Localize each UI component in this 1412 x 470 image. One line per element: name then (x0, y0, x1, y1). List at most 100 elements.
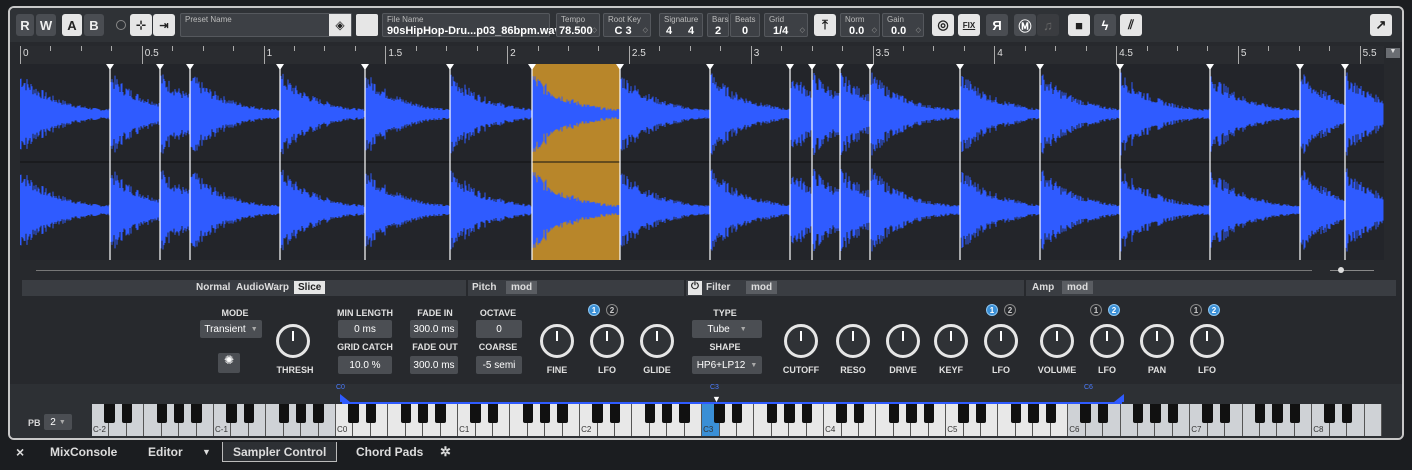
stripes-icon[interactable]: ⫽ (1120, 14, 1142, 36)
reso-knob[interactable] (836, 324, 870, 358)
beats-field[interactable]: Beats 0 (730, 13, 760, 37)
shape-select[interactable]: HP6+LP12 ▼ (692, 356, 762, 374)
monophonic-icon[interactable]: Ⓜ (1014, 14, 1036, 36)
black-key[interactable] (766, 404, 778, 423)
glide-knob[interactable] (640, 324, 674, 358)
black-key[interactable] (923, 404, 934, 423)
black-key[interactable] (853, 404, 865, 423)
lfo-1-badge[interactable]: 1 (1090, 304, 1102, 316)
tab-chord-pads[interactable]: Chord Pads (356, 442, 423, 462)
warp-tool-icon[interactable]: ⊹ (130, 14, 152, 36)
lfo-1-badge[interactable]: 1 (1190, 304, 1202, 316)
black-key[interactable] (975, 404, 987, 423)
target-icon[interactable]: ◎ (932, 14, 954, 36)
black-key[interactable] (714, 404, 725, 423)
fine-knob[interactable] (540, 324, 574, 358)
coarse-field[interactable]: -5 semi (476, 356, 522, 374)
range-end-handle[interactable] (1114, 394, 1124, 402)
black-key[interactable] (836, 404, 847, 423)
cutoff-knob[interactable] (784, 324, 818, 358)
a-button[interactable]: A (62, 14, 82, 36)
slice-mode-tab[interactable]: Slice (294, 281, 326, 294)
root-key-field[interactable]: Root Key C 3 ◇ (603, 13, 651, 37)
slice-handle[interactable] (1116, 64, 1124, 70)
write-button[interactable]: W (36, 14, 56, 36)
black-key[interactable] (173, 404, 185, 423)
filter-mod-button[interactable]: mod (746, 281, 778, 294)
black-key[interactable] (1272, 404, 1283, 423)
black-key[interactable] (156, 404, 167, 423)
lfo-2-badge[interactable]: 2 (1208, 304, 1220, 316)
tab-mixconsole[interactable]: MixConsole (50, 442, 117, 462)
fade-in-field[interactable]: 300.0 ms (410, 320, 458, 338)
audiowarp-mode-tab[interactable]: AudioWarp (236, 282, 289, 293)
slice-tool-icon[interactable]: ⇥ (153, 14, 175, 36)
black-key[interactable] (801, 404, 812, 423)
gain-field[interactable]: Gain 0.0 ◇ (882, 13, 924, 37)
tempo-field[interactable]: Tempo 78.500 ◇ (556, 13, 600, 37)
black-key[interactable] (1202, 404, 1213, 423)
black-key[interactable] (662, 404, 673, 423)
pb-range-select[interactable]: 2 ▼ (44, 414, 72, 430)
grid-field[interactable]: Grid 1/4 ◇ (764, 13, 808, 37)
close-icon[interactable]: × (16, 442, 24, 462)
black-key[interactable] (417, 404, 429, 423)
black-key[interactable] (679, 404, 690, 423)
octave-field[interactable]: 0 (476, 320, 522, 338)
black-key[interactable] (644, 404, 656, 423)
expand-icon[interactable]: ↗ (1370, 14, 1392, 36)
stepper-icon[interactable]: ◇ (800, 26, 805, 34)
signature-field[interactable]: Signature 4 4 (659, 13, 703, 37)
black-key[interactable] (1045, 404, 1056, 423)
time-ruler[interactable]: 0 0.5 1 1.5 2 2.5 3 3.5 4 4.5 5 5.5 (20, 46, 1384, 64)
black-key[interactable] (1097, 404, 1109, 423)
slice-handle[interactable] (106, 64, 114, 70)
keyf-knob[interactable] (934, 324, 968, 358)
lfo-2-badge[interactable]: 2 (606, 304, 618, 316)
stepper-icon[interactable]: ◇ (872, 26, 877, 34)
black-key[interactable] (278, 404, 289, 423)
black-key[interactable] (522, 404, 534, 423)
black-key[interactable] (1254, 404, 1266, 423)
slice-handle[interactable] (706, 64, 714, 70)
black-key[interactable] (470, 404, 481, 423)
black-key[interactable] (784, 404, 795, 423)
black-key[interactable] (731, 404, 743, 423)
stepper-icon[interactable]: ◇ (592, 26, 597, 34)
slice-handle[interactable] (786, 64, 794, 70)
black-key[interactable] (1289, 404, 1301, 423)
scroll-bar[interactable] (36, 270, 1312, 271)
stepper-icon[interactable]: ◇ (643, 26, 648, 34)
slice-handle[interactable] (808, 64, 816, 70)
black-key[interactable] (1080, 404, 1091, 423)
flash-icon[interactable]: ϟ (1094, 14, 1116, 36)
black-key[interactable] (295, 404, 307, 423)
black-key[interactable] (1132, 404, 1144, 423)
volume-knob[interactable] (1040, 324, 1074, 358)
slice-handle[interactable] (1036, 64, 1044, 70)
range-start-handle[interactable] (340, 394, 350, 402)
zoom-slider[interactable] (1326, 266, 1386, 274)
black-key[interactable] (435, 404, 446, 423)
pad-icon[interactable]: ✺ (218, 353, 240, 373)
lfo-1-badge[interactable]: 1 (986, 304, 998, 316)
black-key[interactable] (888, 404, 900, 423)
min-length-field[interactable]: 0 ms (338, 320, 392, 338)
slice-handle[interactable] (1341, 64, 1349, 70)
slice-handle[interactable] (156, 64, 164, 70)
black-key[interactable] (958, 404, 969, 423)
drive-knob[interactable] (886, 324, 920, 358)
amp-lfo1-knob[interactable] (1090, 324, 1124, 358)
black-key[interactable] (104, 404, 115, 423)
record-dot-icon[interactable] (116, 20, 126, 30)
waveform-display[interactable] (20, 64, 1384, 260)
slice-handle[interactable] (446, 64, 454, 70)
filter-lfo-knob[interactable] (984, 324, 1018, 358)
black-key[interactable] (1324, 404, 1335, 423)
preset-menu-icon[interactable]: ◈ (329, 14, 351, 36)
pitch-lfo-knob[interactable] (590, 324, 624, 358)
bars-field[interactable]: Bars 2 (707, 13, 729, 37)
chevron-down-icon[interactable]: ▼ (202, 442, 211, 462)
type-select[interactable]: Tube ▼ (692, 320, 762, 338)
black-key[interactable] (609, 404, 621, 423)
